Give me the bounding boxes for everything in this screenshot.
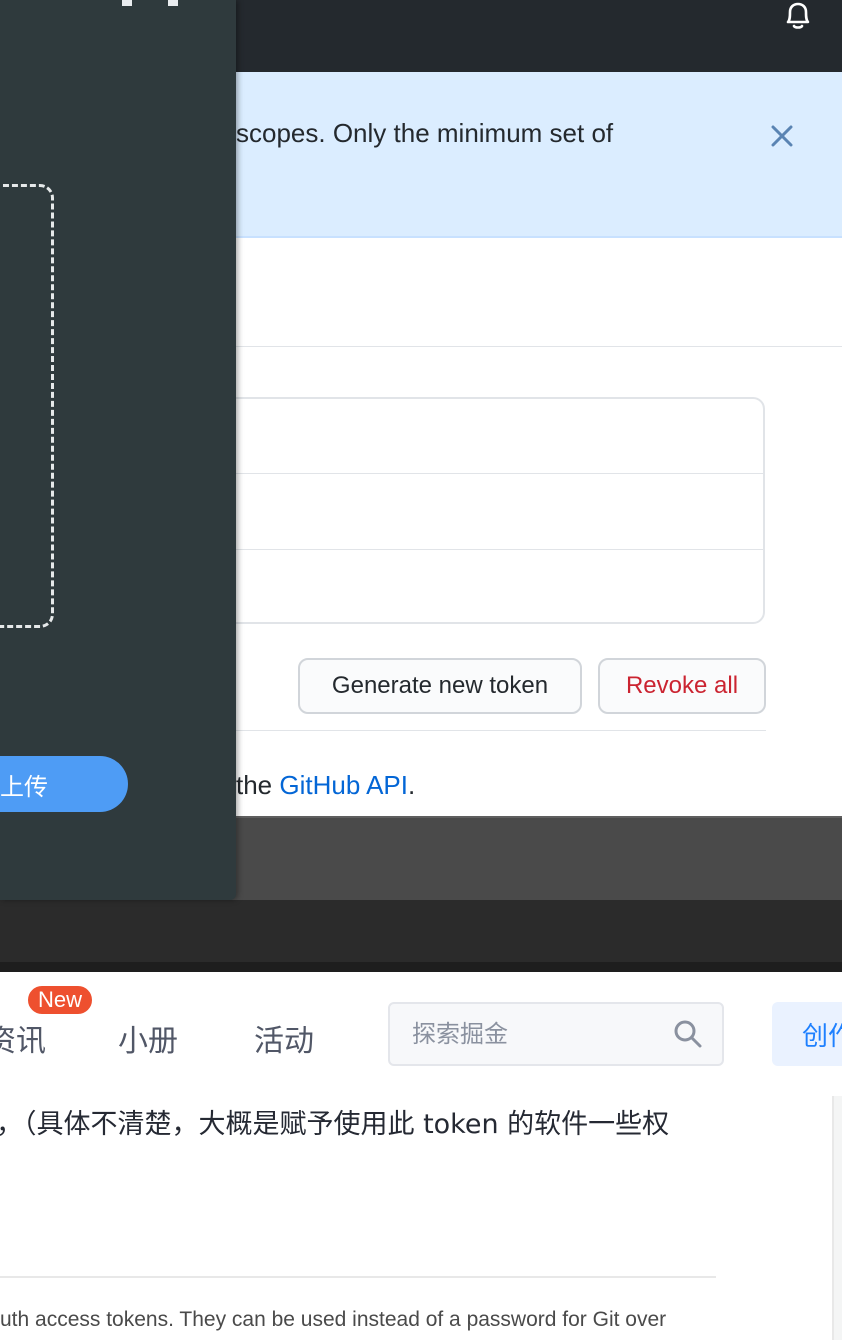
nav-item-xiaoce[interactable]: 小册 bbox=[118, 1016, 178, 1060]
token-row-divider bbox=[182, 549, 763, 550]
search-input[interactable] bbox=[412, 1016, 662, 1052]
api-note-suffix: . bbox=[408, 770, 416, 800]
new-badge: New bbox=[26, 984, 94, 1016]
section-divider bbox=[236, 346, 842, 347]
window-divider-edge bbox=[0, 962, 842, 972]
api-note: the GitHub API. bbox=[236, 770, 415, 801]
close-icon[interactable] bbox=[768, 122, 796, 150]
upload-panel: 上传 bbox=[0, 0, 236, 900]
nav-item-zixun[interactable]: 资讯 bbox=[0, 1016, 46, 1060]
api-note-prefix: the bbox=[236, 770, 280, 800]
revoke-all-button[interactable]: Revoke all bbox=[598, 658, 766, 714]
section-divider bbox=[236, 730, 766, 731]
flash-message: scopes. Only the minimum set of bbox=[236, 118, 614, 148]
github-api-link[interactable]: GitHub API bbox=[279, 770, 408, 800]
search-icon[interactable] bbox=[672, 1018, 704, 1050]
scrollbar-track[interactable] bbox=[834, 1096, 842, 1340]
create-button[interactable]: 创作 bbox=[772, 1002, 842, 1066]
panel-handle bbox=[168, 0, 178, 6]
search-box bbox=[388, 1002, 724, 1066]
upload-button[interactable]: 上传 bbox=[0, 756, 128, 812]
token-row-divider bbox=[182, 473, 763, 474]
generate-new-token-button[interactable]: Generate new token bbox=[298, 658, 582, 714]
article-paragraph: ，（具体不清楚，大概是赋予使用此 token 的软件一些权 bbox=[0, 1109, 670, 1140]
article-divider bbox=[0, 1276, 716, 1278]
token-list bbox=[180, 397, 765, 624]
panel-handle bbox=[122, 0, 132, 6]
nav-item-huodong[interactable]: 活动 bbox=[254, 1016, 314, 1060]
article-quote: uth access tokens. They can be used inst… bbox=[0, 1308, 667, 1331]
bell-icon[interactable] bbox=[782, 0, 814, 32]
upload-dropzone[interactable] bbox=[0, 184, 54, 628]
